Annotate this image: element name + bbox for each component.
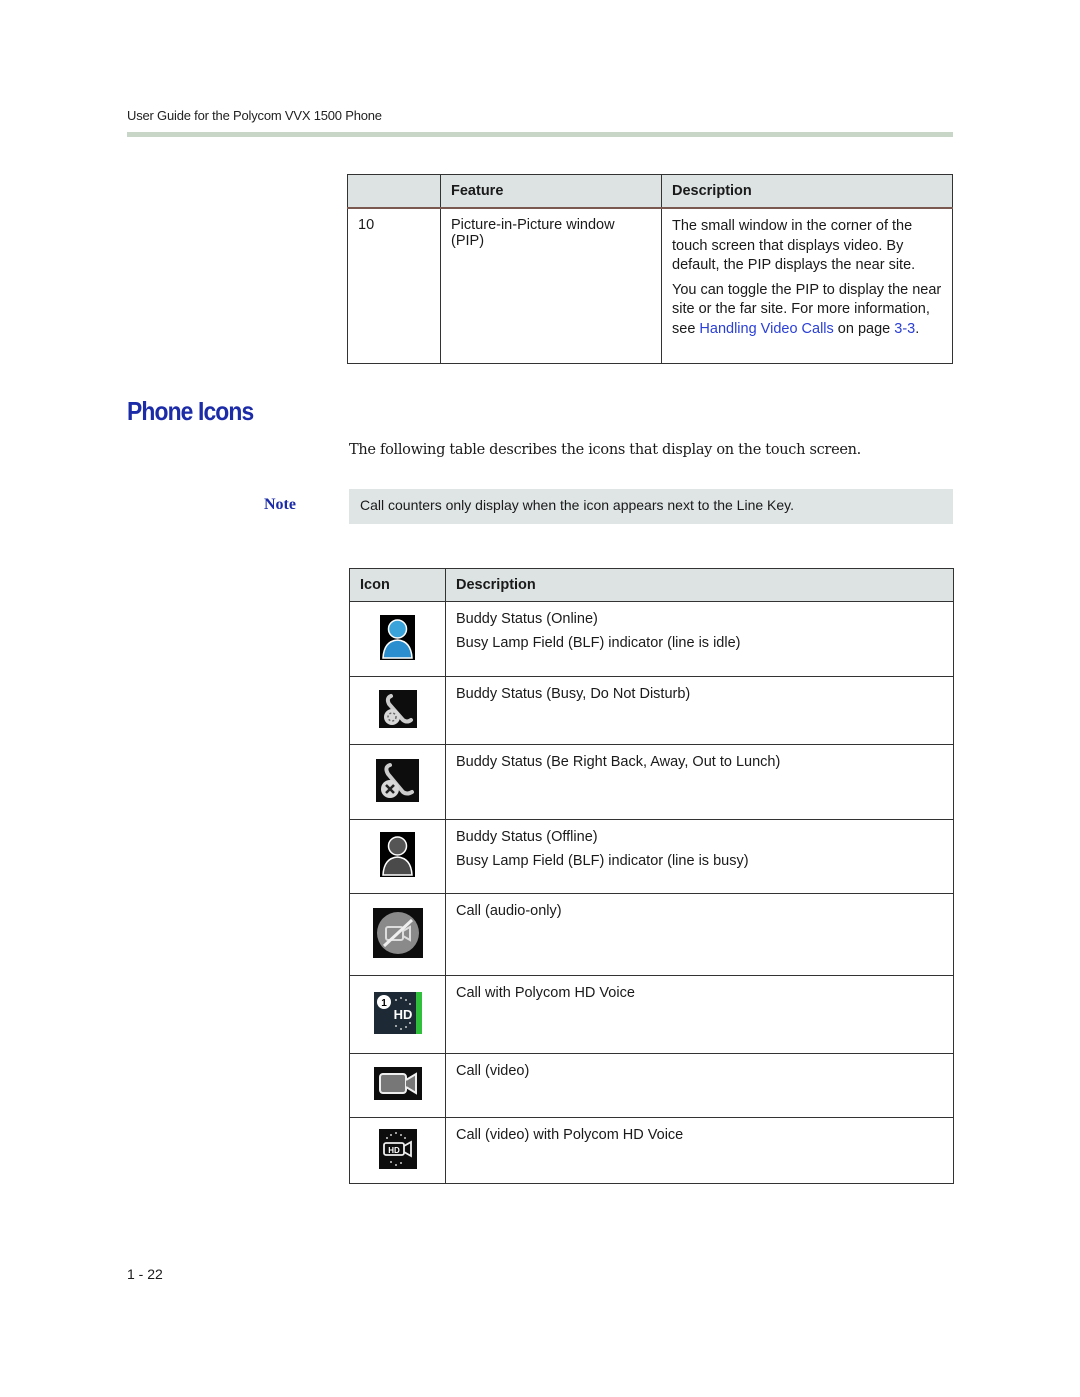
call-audio-only-icon (372, 907, 423, 958)
column-header-description: Description (661, 174, 953, 209)
icons-table-header: Icon Description (349, 568, 954, 602)
table-row: Buddy Status (Offline) Busy Lamp Field (… (349, 819, 954, 894)
call-hd-voice-icon: 1 HD (373, 991, 422, 1034)
feature-number: 10 (358, 217, 375, 233)
svg-text:HD: HD (388, 1146, 400, 1155)
description-paragraph: You can toggle the PIP to display the ne… (672, 281, 942, 340)
table-row: Buddy Status (Online) Busy Lamp Field (B… (349, 601, 954, 677)
icon-description: Call (video) (456, 1063, 530, 1079)
icon-description: Buddy Status (Be Right Back, Away, Out t… (456, 754, 781, 770)
description-text: on page (833, 320, 895, 337)
description-paragraph: The small window in the corner of the to… (672, 218, 916, 273)
call-video-hd-voice-icon: HD (378, 1128, 417, 1169)
description-text: . (915, 320, 920, 337)
intro-text: The following table describes the icons … (349, 442, 861, 458)
icon-description: Buddy Status (Offline) (456, 829, 598, 845)
icon-description: Busy Lamp Field (BLF) indicator (line is… (456, 853, 749, 869)
icons-table: Icon Description Buddy Status (Online) B… (349, 568, 954, 1184)
feature-table-header: Feature Description (347, 174, 953, 209)
icon-description: Call with Polycom HD Voice (456, 985, 635, 1001)
icon-description: Call (audio-only) (456, 903, 562, 919)
call-video-icon (373, 1067, 422, 1100)
feature-table: Feature Description 10 Picture-in-Pictur… (347, 174, 953, 364)
note-box: Call counters only display when the icon… (349, 489, 953, 524)
feature-description: The small window in the corner of the to… (661, 208, 953, 364)
table-row: Buddy Status (Be Right Back, Away, Out t… (349, 744, 954, 820)
icon-description: Buddy Status (Busy, Do Not Disturb) (456, 686, 691, 702)
section-title: Phone Icons (127, 396, 254, 426)
page-number: 1 - 22 (127, 1266, 163, 1282)
table-row: 1 HD Call with Polycom HD Voice (349, 975, 954, 1054)
buddy-away-icon (376, 758, 419, 802)
table-row: Call (video) (349, 1053, 954, 1118)
icon-description: Call (video) with Polycom HD Voice (456, 1127, 684, 1143)
svg-text:1: 1 (381, 998, 387, 1009)
buddy-offline-icon (380, 832, 415, 877)
icon-description: Busy Lamp Field (BLF) indicator (line is… (456, 635, 741, 651)
page-reference-link[interactable]: 3-3 (894, 321, 915, 337)
column-header-feature: Feature (440, 174, 662, 209)
buddy-online-icon (380, 614, 415, 660)
column-header-icon: Icon (349, 568, 446, 602)
note-label: Note (264, 496, 296, 513)
table-row: 10 Picture-in-Picture window (PIP) The s… (348, 208, 953, 364)
column-header-description: Description (445, 568, 954, 602)
header-rule (127, 132, 953, 137)
table-row: Buddy Status (Busy, Do Not Disturb) (349, 676, 954, 745)
feature-name: Picture-in-Picture window (PIP) (440, 208, 662, 364)
svg-text:HD: HD (393, 1007, 412, 1022)
table-row: HD Call (video) with Polycom HD Voice (349, 1117, 954, 1184)
icon-description: Buddy Status (Online) (456, 611, 598, 627)
table-row: Call (audio-only) (349, 893, 954, 976)
running-header: User Guide for the Polycom VVX 1500 Phon… (127, 108, 382, 123)
handling-video-calls-link[interactable]: Handling Video Calls (699, 321, 833, 337)
buddy-busy-dnd-icon (378, 689, 417, 728)
column-header-number (347, 174, 441, 209)
